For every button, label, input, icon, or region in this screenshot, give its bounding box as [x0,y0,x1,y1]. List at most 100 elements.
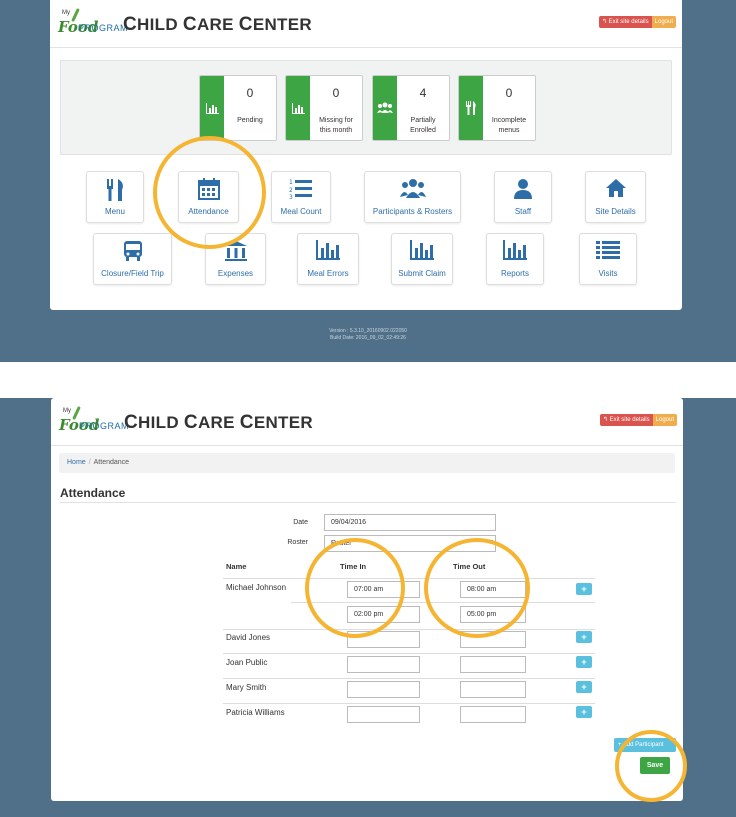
list-icon [580,240,636,264]
row-divider [223,578,595,579]
tile-visits[interactable]: Visits [579,233,637,285]
column-header-name: Name [226,562,247,571]
tile-menu[interactable]: Menu [86,171,144,223]
logout-button[interactable]: Logout [651,16,676,28]
site-title-part: ENTER [252,15,312,34]
utensils-icon [87,178,143,202]
page-title: Attendance [60,486,126,500]
tile-label: Meal Errors [307,269,349,278]
exit-site-details-button[interactable]: ↰ Exit site details [599,414,653,426]
add-time-button[interactable]: + [576,681,592,693]
tile-staff[interactable]: Staff [494,171,552,223]
stat-card-pending[interactable]: 0 Pending [199,75,277,141]
tile-label: Participants & Rosters [372,207,453,216]
logo-program-text: PROGRAM [78,23,129,33]
time-out-input[interactable] [460,706,526,723]
app-logo[interactable]: My Food PROGRAM [58,8,128,40]
site-title-part: HILD [138,413,184,432]
breadcrumb-home-link[interactable]: Home [67,459,86,466]
add-time-button[interactable]: + [576,631,592,643]
stat-card-partially-enrolled[interactable]: 4 Partially Enrolled [372,75,450,141]
group-icon [373,76,397,140]
time-in-input[interactable] [347,656,420,673]
home-icon [586,178,645,202]
svg-text:1: 1 [289,179,293,186]
breadcrumb: Home / Attendance [59,453,675,473]
stat-label: Pending [224,116,276,126]
site-title-part: HILD [137,15,183,34]
bar-chart-icon [200,76,224,140]
tile-label: Submit Claim [398,269,446,278]
title-divider [60,502,676,503]
roster-label: Roster [287,539,308,546]
tile-meal-errors[interactable]: Meal Errors [297,233,359,285]
bar-chart-icon [298,240,358,264]
time-out-input[interactable] [460,656,526,673]
participant-name: Joan Public [226,658,268,667]
stat-label-line: Pending [237,117,263,124]
bar-chart-icon [286,76,310,140]
build-date-text: Build Date: 2016_09_02_02:49:26 [330,335,406,341]
separator-band [0,362,736,398]
exit-site-details-button[interactable]: ↰ Exit site details [598,16,652,28]
bar-chart-icon [392,240,452,264]
stat-label-line: Enrolled [410,127,436,134]
site-title-part: C [124,412,139,433]
add-time-button[interactable]: + [576,583,592,595]
tile-label: Visits [598,269,618,278]
stat-label-line: Missing for [319,117,353,124]
breadcrumb-separator: / [88,459,91,466]
participant-name: Patricia Williams [226,708,285,717]
bus-icon [94,240,171,264]
row-divider [223,653,595,654]
add-time-button[interactable]: + [576,706,592,718]
date-input[interactable]: 09/04/2016 [324,514,496,531]
logo-my-text: My [62,10,70,16]
site-title-part: C [183,412,198,433]
site-title-part: C [238,14,253,35]
numbered-list-icon: 123 [272,178,330,202]
app-logo[interactable]: My Food PROGRAM [59,406,129,438]
tile-reports[interactable]: Reports [486,233,544,285]
tile-label: Reports [500,269,529,278]
tile-label: Menu [104,207,125,216]
tile-site-details[interactable]: Site Details [585,171,646,223]
site-title-part: ARE [197,413,240,432]
participant-name: Michael Johnson [226,583,287,592]
stats-bar: 0 Pending 0 Missing for this month 4 Part… [60,60,672,155]
row-divider [223,678,595,679]
stat-value: 0 [332,86,340,100]
tile-meal-count[interactable]: 123 Meal Count [271,171,331,223]
logout-button[interactable]: Logout [652,414,677,426]
stat-value: 0 [246,86,254,100]
group-icon [365,178,460,202]
stat-label: Partially Enrolled [397,116,449,136]
site-title: CHILD CARE CENTER [123,14,312,36]
stat-card-incomplete-menus[interactable]: 0 Incomplete menus [458,75,536,141]
tile-submit-claim[interactable]: Submit Claim [391,233,453,285]
tile-participants-rosters[interactable]: Participants & Rosters [364,171,461,223]
tile-label: Meal Count [280,207,322,216]
highlight-circle-attendance [153,136,266,249]
row-divider [223,703,595,704]
header-buttons: ↰ Exit site details Logout [599,414,677,426]
time-out-input[interactable] [460,681,526,698]
tile-label: Site Details [595,207,636,216]
add-time-button[interactable]: + [576,656,592,668]
participant-name: Mary Smith [226,683,267,692]
breadcrumb-current: Attendance [93,459,130,466]
site-title-part: C [123,14,138,35]
participant-name: David Jones [226,633,271,642]
dashboard-panel: My Food PROGRAM CHILD CARE CENTER ↰ Exit… [50,0,682,310]
site-title-part: ENTER [253,413,313,432]
stat-card-missing[interactable]: 0 Missing for this month [285,75,363,141]
row-divider [223,629,595,630]
version-text: Version : 5.3.10_20160902.022050 [329,328,407,334]
tile-closure-field-trip[interactable]: Closure/Field Trip [93,233,172,285]
stat-label-line: Incomplete [491,117,527,124]
stat-value: 4 [419,86,427,100]
header-buttons: ↰ Exit site details Logout [598,16,676,28]
time-in-input[interactable] [347,681,420,698]
time-in-input[interactable] [347,706,420,723]
tile-label: Staff [514,207,532,216]
